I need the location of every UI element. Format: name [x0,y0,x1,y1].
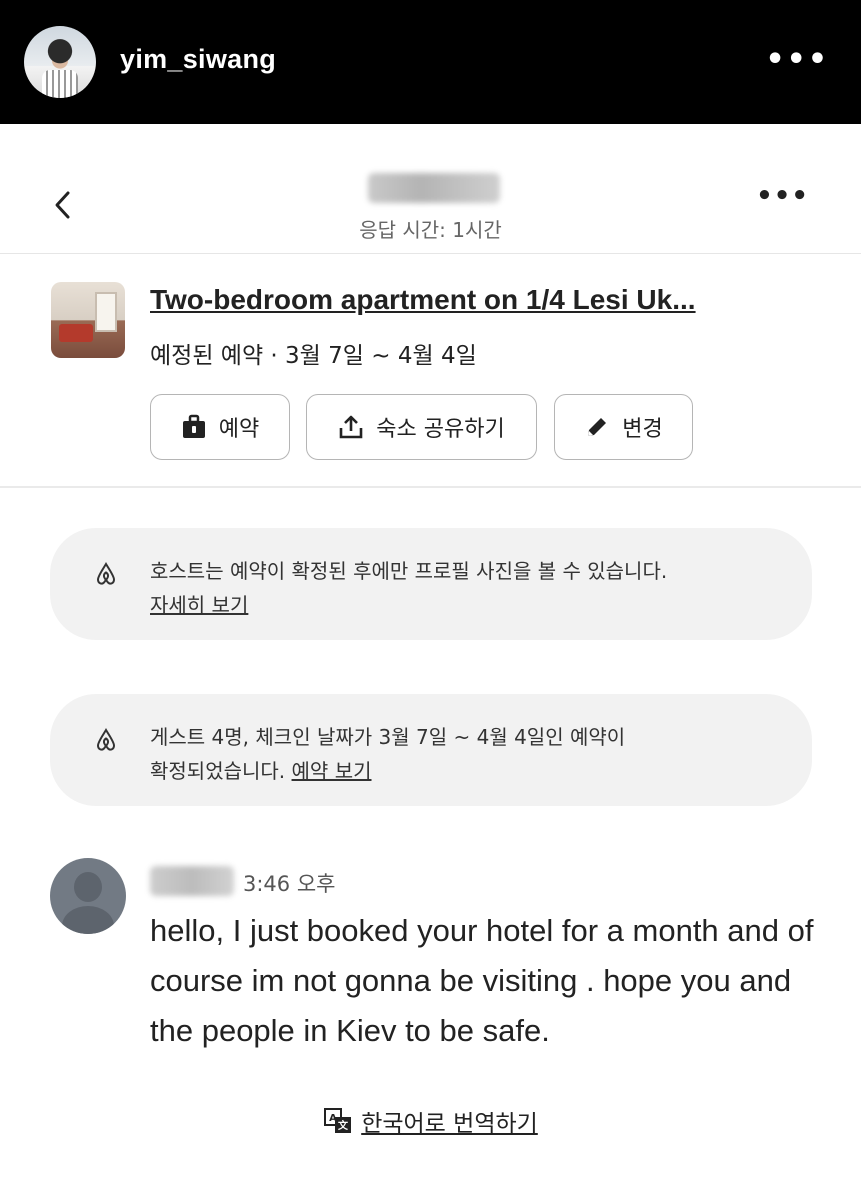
response-time: 응답 시간: 1시간 [359,218,502,242]
notice-message-line2: 확정되었습니다. [150,759,286,783]
listing-card: Two-bedroom apartment on 1/4 Lesi Uk... … [0,254,861,488]
pencil-icon [588,418,607,436]
system-notice-text: 호스트는 예약이 확정된 후에만 프로필 사진을 볼 수 있습니다. 자세히 보… [150,554,772,622]
sender-avatar[interactable] [50,858,126,934]
listing-title[interactable]: Two-bedroom apartment on 1/4 Lesi Uk... [150,284,696,316]
edit-reservation-button-label: 변경 [622,417,663,442]
message-body: hello, I just booked your hotel for a mo… [150,913,814,1048]
profile-avatar[interactable] [24,26,96,98]
sender-name-blurred [150,866,234,896]
notice-message: 호스트는 예약이 확정된 후에만 프로필 사진을 볼 수 있습니다. [150,559,668,583]
view-reservation-link[interactable]: 예약 보기 [292,759,372,783]
conversation-header: 응답 시간: 1시간 ••• [0,124,861,254]
translate-icon: A 文 [324,1108,352,1133]
svg-text:文: 文 [338,1119,349,1132]
system-notice: 게스트 4명, 체크인 날짜가 3월 7일 ~ 4월 4일인 예약이 확정되었습… [50,694,812,806]
instagram-post-header: yim_siwang ••• [0,0,861,124]
message-timestamp: 3:46 오후 [243,872,336,896]
share-icon [339,415,363,439]
share-listing-button-label: 숙소 공유하기 [376,417,505,442]
learn-more-link[interactable]: 자세히 보기 [150,593,248,617]
reservation-button-label: 예약 [218,417,260,442]
more-options-icon[interactable]: ••• [765,45,829,75]
host-name-blurred [368,173,500,203]
username[interactable]: yim_siwang [120,44,276,75]
system-notice: 호스트는 예약이 확정된 후에만 프로필 사진을 볼 수 있습니다. 자세히 보… [50,528,812,640]
airbnb-logo-icon [96,562,116,585]
share-listing-button[interactable]: 숙소 공유하기 [306,394,537,460]
suitcase-icon [182,414,205,438]
listing-thumbnail[interactable] [51,282,125,358]
airbnb-logo-icon [96,728,116,751]
reservation-button[interactable]: 예약 [150,394,290,460]
system-notice-text: 게스트 4명, 체크인 날짜가 3월 7일 ~ 4월 4일인 예약이 확정되었습… [150,720,772,788]
translate-button[interactable]: A 文 한국어로 번역하기 [0,1104,861,1138]
edit-reservation-button[interactable]: 변경 [554,394,693,460]
translate-button-label: 한국어로 번역하기 [361,1111,538,1137]
more-options-icon[interactable]: ••• [756,183,809,209]
reservation-dates: 예정된 예약 · 3월 7일 ~ 4월 4일 [150,343,477,369]
notice-message-line1: 게스트 4명, 체크인 날짜가 3월 7일 ~ 4월 4일인 예약이 [150,725,626,749]
